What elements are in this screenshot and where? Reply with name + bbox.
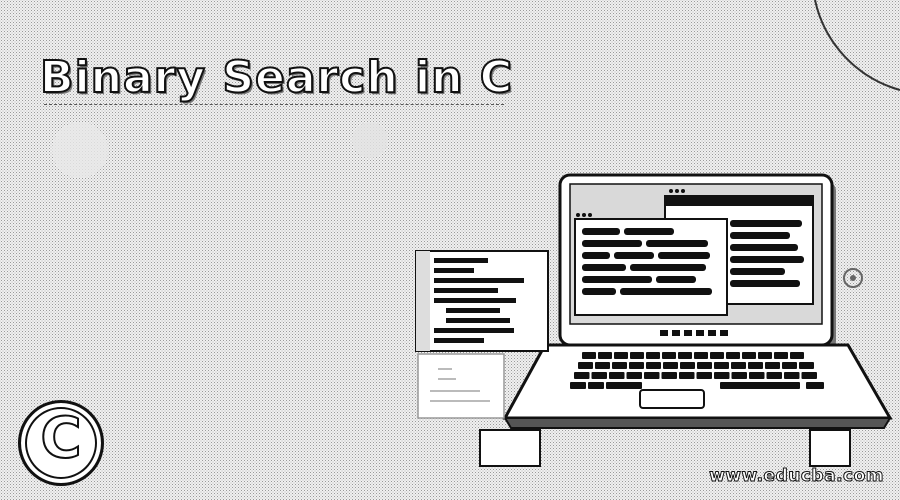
settings-gear-icon — [843, 268, 863, 288]
banner: Binary Search in C C www.educba.com — [0, 0, 900, 500]
brand-url: www.educba.com — [709, 466, 884, 487]
c-logo-letter: C — [39, 406, 82, 471]
c-language-logo: C — [18, 400, 104, 486]
